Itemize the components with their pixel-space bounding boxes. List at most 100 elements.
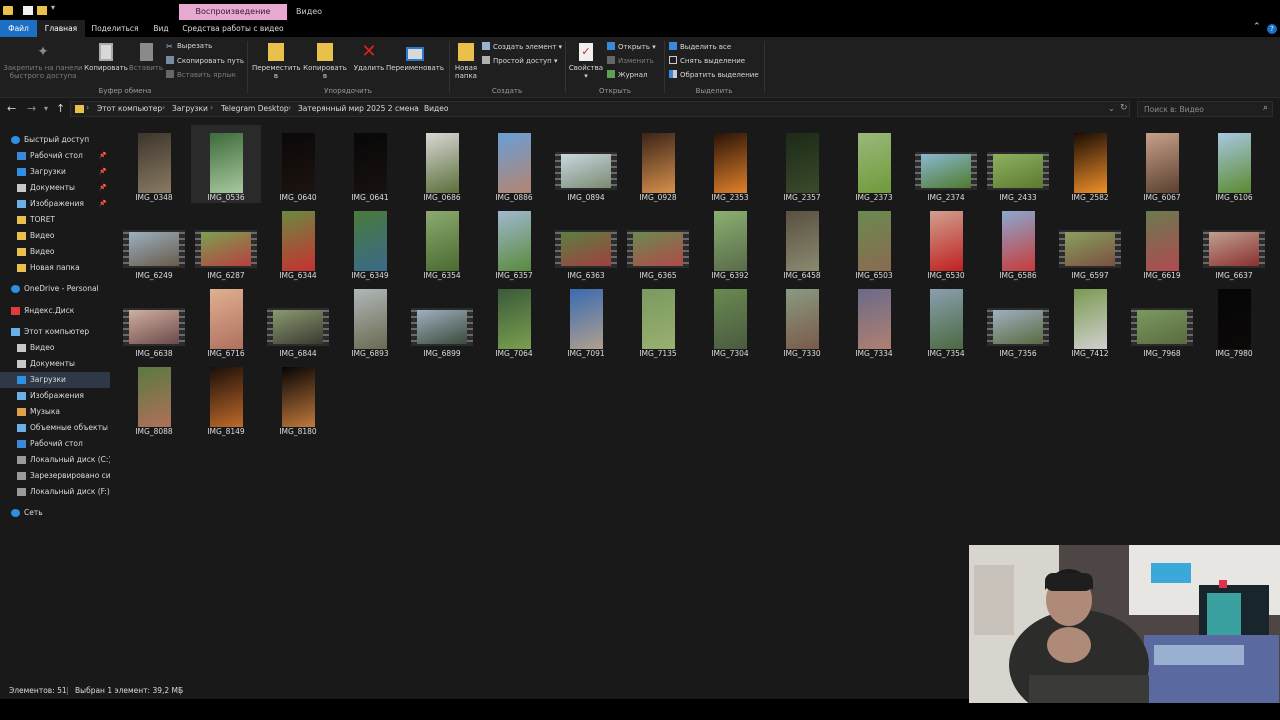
nav-item[interactable]: Изображения bbox=[0, 388, 110, 404]
file-item[interactable]: IMG_6530 bbox=[911, 203, 981, 281]
file-item[interactable]: IMG_0536 bbox=[191, 125, 261, 203]
file-item[interactable]: IMG_2374 bbox=[911, 125, 981, 203]
edit-button[interactable]: Изменить bbox=[607, 56, 654, 66]
file-item[interactable]: IMG_7412 bbox=[1055, 281, 1125, 359]
nav-item[interactable]: Этот компьютер bbox=[0, 324, 110, 340]
file-item[interactable]: IMG_0348 bbox=[119, 125, 189, 203]
nav-item[interactable]: Загрузки 📌 bbox=[0, 164, 110, 180]
file-item[interactable]: IMG_6357 bbox=[479, 203, 549, 281]
file-item[interactable]: IMG_2357 bbox=[767, 125, 837, 203]
file-item[interactable]: IMG_6106 bbox=[1199, 125, 1269, 203]
cut-button[interactable]: ✂ Вырезать bbox=[166, 42, 212, 51]
tab-home[interactable]: Главная bbox=[37, 20, 85, 37]
file-item[interactable]: IMG_6899 bbox=[407, 281, 477, 359]
file-item[interactable]: IMG_6503 bbox=[839, 203, 909, 281]
collapse-ribbon-icon[interactable]: ⌃ bbox=[1253, 22, 1261, 32]
forward-icon[interactable]: → bbox=[27, 102, 36, 115]
new-folder-button[interactable]: Новая папка bbox=[452, 43, 480, 80]
copy-to-button[interactable]: Копировать в bbox=[301, 43, 349, 80]
address-bar[interactable]: › Этот компьютер › Загрузки › Telegram D… bbox=[70, 101, 1130, 117]
file-item[interactable]: IMG_6354 bbox=[407, 203, 477, 281]
refresh-icon[interactable]: ↻ bbox=[1120, 103, 1128, 113]
file-item[interactable]: IMG_7356 bbox=[983, 281, 1053, 359]
file-item[interactable]: IMG_6637 bbox=[1199, 203, 1269, 281]
nav-item[interactable]: Рабочий стол bbox=[0, 436, 110, 452]
nav-item[interactable]: Новая папка bbox=[0, 260, 110, 276]
recent-locations-icon[interactable]: ▾ bbox=[44, 104, 48, 113]
file-item[interactable]: IMG_7980 bbox=[1199, 281, 1269, 359]
open-button[interactable]: Открыть ▾ bbox=[607, 42, 656, 52]
tab-file[interactable]: Файл bbox=[0, 20, 37, 37]
nav-item[interactable]: Локальный диск (F:) bbox=[0, 484, 110, 500]
copy-button[interactable]: Копировать bbox=[83, 43, 129, 72]
file-item[interactable]: IMG_6287 bbox=[191, 203, 261, 281]
nav-item[interactable]: Быстрый доступ bbox=[0, 132, 110, 148]
nav-item[interactable]: Загрузки bbox=[0, 372, 110, 388]
file-item[interactable]: IMG_6344 bbox=[263, 203, 333, 281]
history-button[interactable]: Журнал bbox=[607, 70, 647, 80]
file-item[interactable]: IMG_7334 bbox=[839, 281, 909, 359]
nav-item[interactable]: Музыка bbox=[0, 404, 110, 420]
help-icon[interactable]: ? bbox=[1267, 24, 1277, 34]
file-item[interactable]: IMG_0928 bbox=[623, 125, 693, 203]
file-item[interactable]: IMG_8180 bbox=[263, 359, 333, 437]
breadcrumb-folder[interactable]: Затерянный мир 2025 2 смена bbox=[298, 104, 419, 113]
back-icon[interactable]: ← bbox=[7, 102, 16, 115]
file-item[interactable]: IMG_6067 bbox=[1127, 125, 1197, 203]
search-input[interactable]: Поиск в: Видео ⌕ bbox=[1137, 101, 1273, 117]
new-folder-icon[interactable] bbox=[37, 6, 47, 15]
nav-item[interactable]: Документы bbox=[0, 356, 110, 372]
file-item[interactable]: IMG_0641 bbox=[335, 125, 405, 203]
copy-path-button[interactable]: Скопировать путь bbox=[166, 56, 244, 66]
file-item[interactable]: IMG_6365 bbox=[623, 203, 693, 281]
file-item[interactable]: IMG_6638 bbox=[119, 281, 189, 359]
file-item[interactable]: IMG_0894 bbox=[551, 125, 621, 203]
file-item[interactable]: IMG_2353 bbox=[695, 125, 765, 203]
breadcrumb-telegram-desktop[interactable]: Telegram Desktop bbox=[221, 104, 289, 113]
nav-item[interactable]: Локальный диск (C:) bbox=[0, 452, 110, 468]
pin-quick-access-button[interactable]: ✦ Закрепить на панели быстрого доступа bbox=[3, 43, 83, 80]
tab-view[interactable]: Вид bbox=[145, 20, 177, 37]
breadcrumb-video[interactable]: Видео bbox=[424, 104, 448, 113]
file-item[interactable]: IMG_6893 bbox=[335, 281, 405, 359]
file-item[interactable]: IMG_6349 bbox=[335, 203, 405, 281]
file-item[interactable]: IMG_2433 bbox=[983, 125, 1053, 203]
file-item[interactable]: IMG_7330 bbox=[767, 281, 837, 359]
file-item[interactable]: IMG_8088 bbox=[119, 359, 189, 437]
nav-item[interactable]: Яндекс.Диск bbox=[0, 303, 110, 319]
file-item[interactable]: IMG_7135 bbox=[623, 281, 693, 359]
file-item[interactable]: IMG_6458 bbox=[767, 203, 837, 281]
file-item[interactable]: IMG_7304 bbox=[695, 281, 765, 359]
file-item[interactable]: IMG_7064 bbox=[479, 281, 549, 359]
nav-item[interactable]: TORET bbox=[0, 212, 110, 228]
nav-item[interactable]: Документы 📌 bbox=[0, 180, 110, 196]
file-item[interactable]: IMG_2582 bbox=[1055, 125, 1125, 203]
nav-item[interactable]: Сеть bbox=[0, 505, 110, 521]
move-to-button[interactable]: Переместить в bbox=[252, 43, 301, 80]
nav-item[interactable]: Видео bbox=[0, 244, 110, 260]
up-icon[interactable]: ↑ bbox=[56, 102, 65, 115]
file-item[interactable]: IMG_0686 bbox=[407, 125, 477, 203]
paste-shortcut-button[interactable]: Вставить ярлык bbox=[166, 70, 236, 80]
easy-access-button[interactable]: Простой доступ ▾ bbox=[482, 56, 558, 66]
nav-item[interactable]: Видео bbox=[0, 340, 110, 356]
nav-item[interactable]: Видео bbox=[0, 228, 110, 244]
nav-item[interactable]: Объемные объекты bbox=[0, 420, 110, 436]
file-item[interactable]: IMG_7354 bbox=[911, 281, 981, 359]
select-all-button[interactable]: Выделить все bbox=[669, 42, 731, 52]
file-item[interactable]: IMG_2373 bbox=[839, 125, 909, 203]
file-item[interactable]: IMG_0640 bbox=[263, 125, 333, 203]
file-item[interactable]: IMG_6619 bbox=[1127, 203, 1197, 281]
nav-item[interactable]: Изображения 📌 bbox=[0, 196, 110, 212]
file-item[interactable]: IMG_6586 bbox=[983, 203, 1053, 281]
file-item[interactable]: IMG_7091 bbox=[551, 281, 621, 359]
file-item[interactable]: IMG_7968 bbox=[1127, 281, 1197, 359]
properties-icon[interactable] bbox=[23, 6, 33, 15]
file-item[interactable]: IMG_0886 bbox=[479, 125, 549, 203]
customize-qat-icon[interactable]: ▾ bbox=[51, 3, 55, 12]
select-none-button[interactable]: Снять выделение bbox=[669, 56, 745, 66]
nav-item[interactable]: Зарезервировано системой (D:) bbox=[0, 468, 110, 484]
tab-share[interactable]: Поделиться bbox=[88, 20, 142, 37]
file-item[interactable]: IMG_6363 bbox=[551, 203, 621, 281]
file-item[interactable]: IMG_6392 bbox=[695, 203, 765, 281]
